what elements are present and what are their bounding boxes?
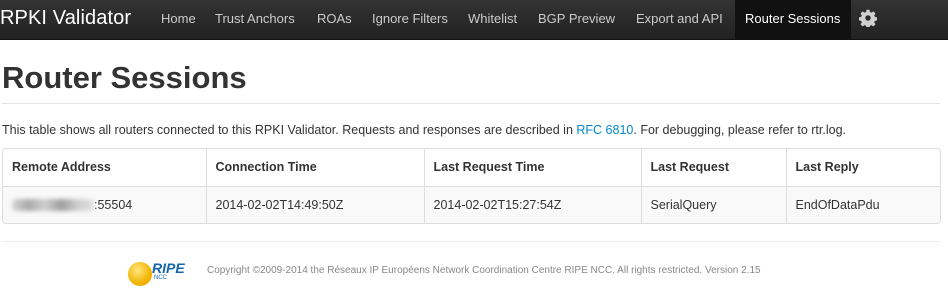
page-title: Router Sessions xyxy=(2,60,247,95)
column-header-last-request-time: Last Request Time xyxy=(423,149,641,186)
cell-last-request-time: 2014-02-02T15:27:54Z xyxy=(423,185,641,223)
nav-item-whitelist[interactable]: Whitelist xyxy=(459,0,529,40)
nav-item-export-and-api[interactable]: Export and API xyxy=(627,0,735,40)
nav-item-bgp-preview[interactable]: BGP Preview xyxy=(529,0,627,40)
cell-last-reply: EndOfDataPdu xyxy=(785,185,940,223)
table-row: :55504 2014-02-02T14:49:50Z 2014-02-02T1… xyxy=(3,185,940,223)
description-text: This table shows all routers connected t… xyxy=(2,123,577,137)
top-navbar: RPKI Validator Home Trust Anchors ROAs I… xyxy=(0,0,948,40)
rfc-link[interactable]: RFC 6810 xyxy=(576,123,633,137)
gear-icon[interactable] xyxy=(859,9,877,27)
column-header-connection-time: Connection Time xyxy=(205,149,424,186)
router-sessions-table: Remote Address Connection Time Last Requ… xyxy=(2,148,941,224)
brand-logo[interactable]: RPKI Validator xyxy=(0,5,131,31)
nav-item-ignore-filters[interactable]: Ignore Filters xyxy=(363,0,457,40)
nav-item-roas[interactable]: ROAs xyxy=(308,0,362,40)
table-header-row: Remote Address Connection Time Last Requ… xyxy=(3,149,940,186)
cell-remote-address: :55504 xyxy=(3,185,206,223)
description-text-end: . For debugging, please refer to rtr.log… xyxy=(633,123,846,137)
column-header-last-request: Last Request xyxy=(640,149,786,186)
column-header-remote-address: Remote Address xyxy=(12,160,111,175)
column-header-last-reply: Last Reply xyxy=(785,149,940,186)
nav-item-trust-anchors[interactable]: Trust Anchors xyxy=(206,0,306,40)
footer-divider xyxy=(2,241,940,242)
ripe-logo-circle xyxy=(128,262,152,286)
copyright-text: Copyright ©2009-2014 the Réseaux IP Euro… xyxy=(207,265,761,276)
cell-last-request: SerialQuery xyxy=(640,185,786,223)
ripe-logo-subtext: NCC xyxy=(154,275,167,281)
title-divider xyxy=(2,103,940,104)
redacted-ip xyxy=(12,199,94,212)
cell-connection-time: 2014-02-02T14:49:50Z xyxy=(205,185,424,223)
nav-item-router-sessions[interactable]: Router Sessions xyxy=(735,0,851,40)
ripe-ncc-logo: RIPE NCC xyxy=(128,259,185,287)
page-description: This table shows all routers connected t… xyxy=(2,122,846,138)
remote-port: :55504 xyxy=(94,197,133,212)
ripe-logo-text: RIPE xyxy=(152,260,185,276)
nav-item-home[interactable]: Home xyxy=(152,0,204,40)
